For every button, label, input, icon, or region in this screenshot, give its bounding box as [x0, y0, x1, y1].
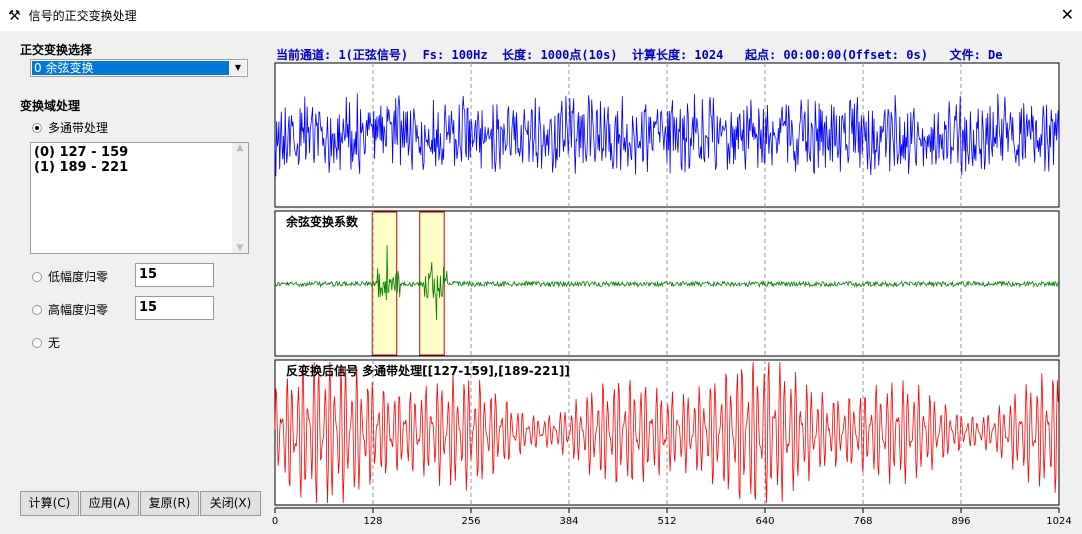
plot3-title: 反变换后信号 多通带处理[[127-159],[189-221]]	[286, 364, 570, 378]
x-tick-label: 384	[559, 516, 578, 527]
signal-plots: 0 128 256 384 512 640 768 896 1024	[272, 62, 1072, 527]
x-tick-label: 768	[853, 516, 872, 527]
x-tick-label: 896	[951, 516, 970, 527]
x-tick-label: 640	[755, 516, 774, 527]
x-tick-label: 0	[272, 516, 278, 527]
x-tick-label: 128	[363, 516, 382, 527]
x-tick-label: 1024	[1046, 516, 1071, 527]
x-tick-label: 256	[461, 516, 480, 527]
x-tick-label: 512	[657, 516, 676, 527]
plot2-title: 余弦变换系数	[286, 215, 359, 229]
